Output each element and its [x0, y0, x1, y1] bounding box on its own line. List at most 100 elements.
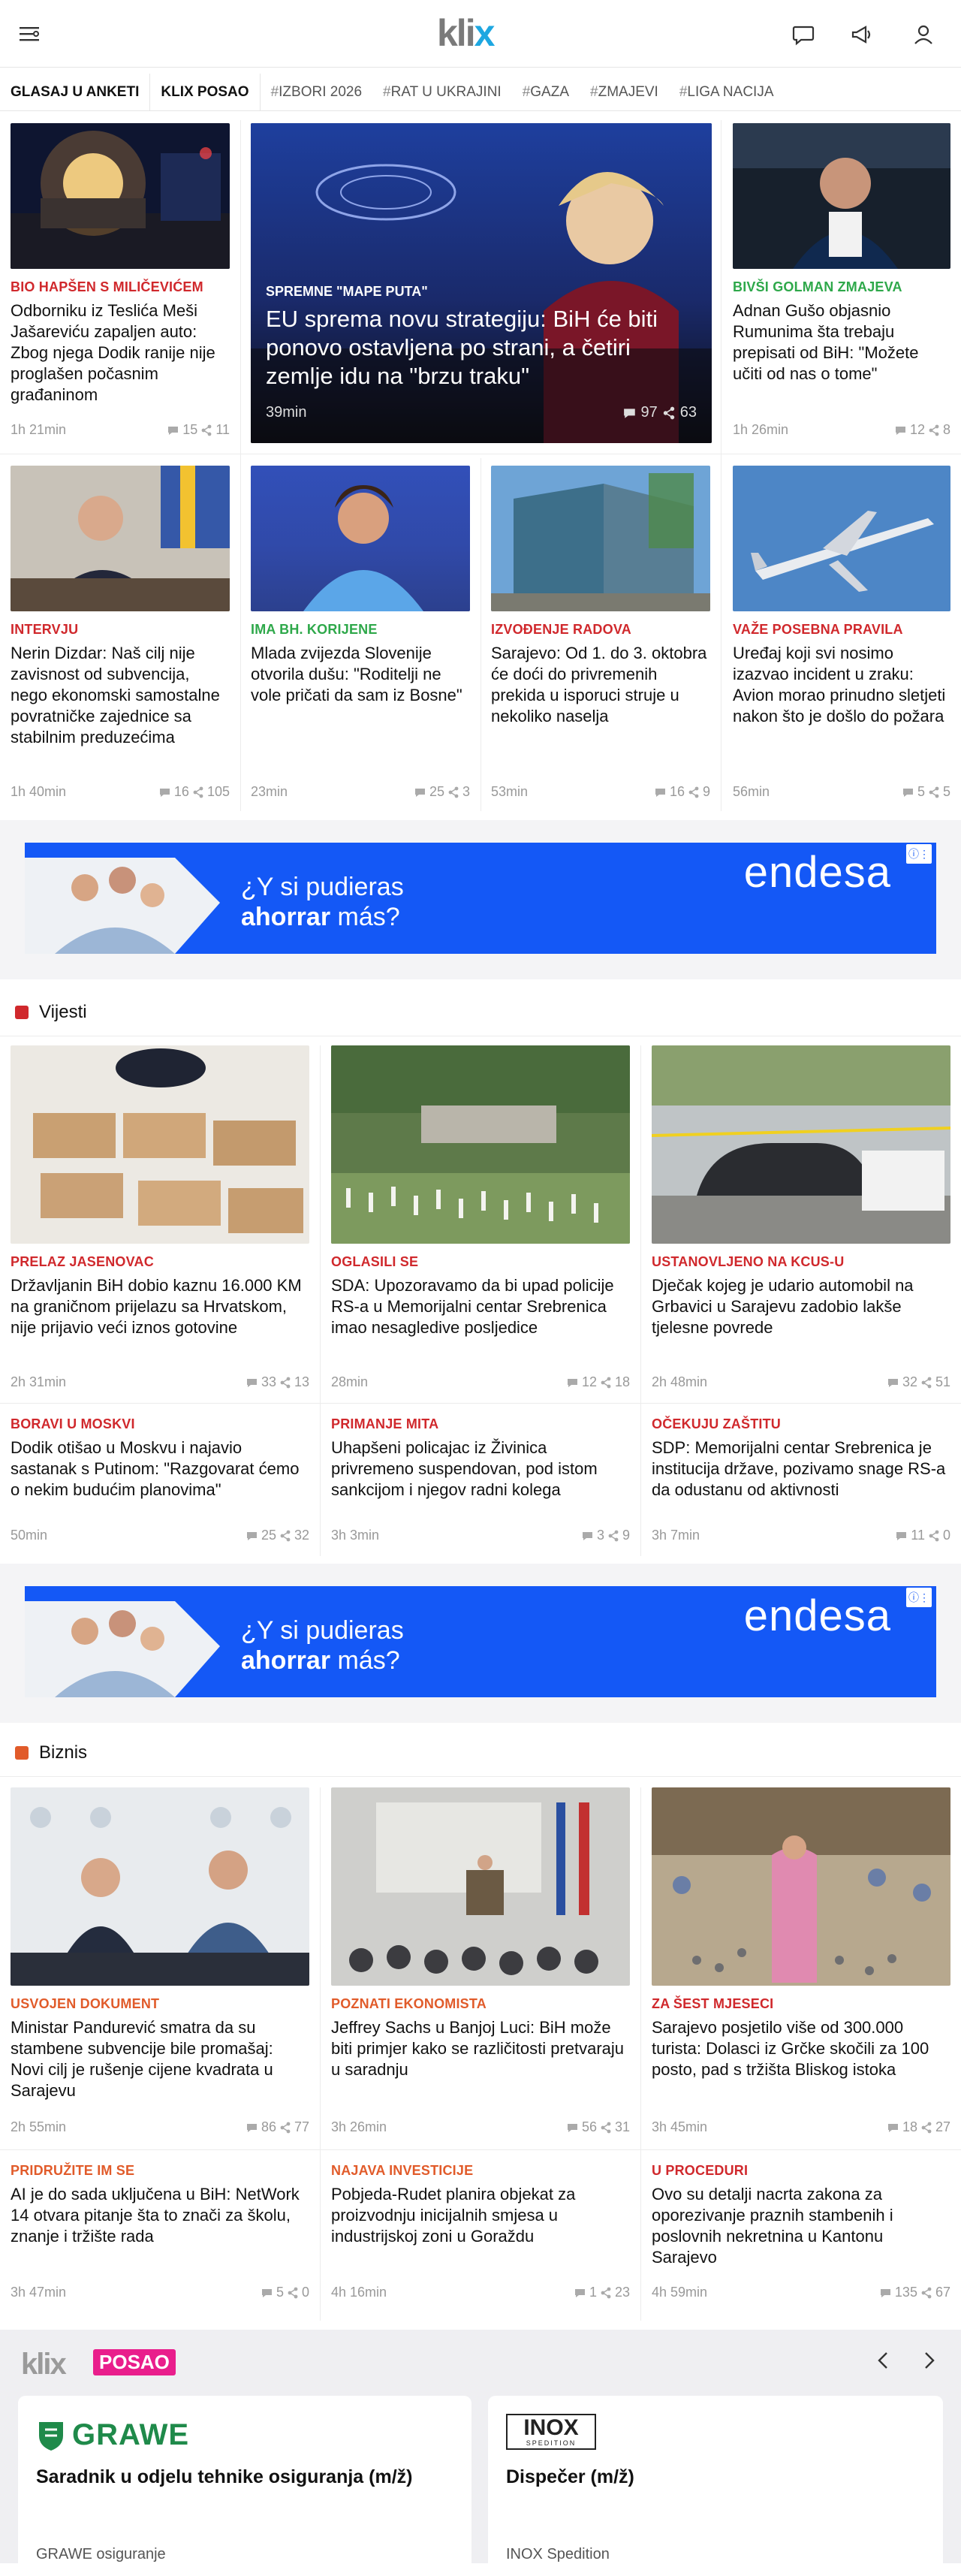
article-card[interactable]: OČEKUJU ZAŠTITU SDP: Memorijalni centar …	[652, 1416, 950, 1552]
megaphone-icon[interactable]	[850, 23, 874, 47]
chat-icon[interactable]	[791, 23, 815, 47]
comment-count: 1	[589, 2285, 597, 2300]
article-card[interactable]: USTANOVLJENO NA KCUS-U Dječak kojeg je u…	[652, 1045, 950, 1398]
article-card[interactable]: BORAVI U MOSKVI Dodik otišao u Moskvu i …	[11, 1416, 309, 1552]
article-card[interactable]: INTERVJU Nerin Dizdar: Naš cilj nije zav…	[11, 466, 230, 811]
comment-icon	[246, 2123, 257, 2132]
comment-count: 12	[581, 1374, 597, 1389]
article-time: 2h 48min	[652, 1374, 708, 1389]
share-count: 23	[614, 2285, 630, 2300]
section-biznis-header[interactable]: Biznis	[0, 1729, 961, 1777]
share-icon	[608, 1530, 619, 1541]
ad-subline: ahorrar más?	[241, 903, 400, 932]
article-card[interactable]: NAJAVA INVESTICIJE Pobjeda-Rudet planira…	[331, 2163, 630, 2313]
comment-count: 25	[429, 784, 444, 799]
job-card[interactable]: GRAWE Saradnik u odjelu tehnike osiguran…	[18, 2396, 471, 2576]
klix-posao-section: klix POSAO GRAWE Saradnik u odjelu tehni…	[0, 2330, 961, 2576]
article-title: Sarajevo: Od 1. do 3. oktobra će doći do…	[491, 644, 707, 725]
divider	[640, 1787, 641, 2321]
topic-liga-nacija[interactable]: # LIGA NACIJA	[669, 74, 785, 111]
article-stats: 16 105	[159, 784, 230, 800]
featured-title: EU sprema novu strategiju: BiH će biti p…	[266, 306, 658, 389]
article-card[interactable]: ZA ŠEST MJESECI Sarajevo posjetilo više …	[652, 1787, 950, 2145]
comment-icon	[887, 2123, 898, 2132]
article-kicker: BIO HAPŠEN S MILIČEVIĆEM	[11, 279, 203, 294]
topic-klix-posao[interactable]: KLIX POSAO	[150, 73, 261, 111]
site-logo[interactable]: klix	[437, 12, 496, 54]
divider	[480, 458, 481, 811]
chevron-left-icon[interactable]	[872, 2349, 895, 2372]
user-icon[interactable]	[911, 23, 935, 47]
article-card[interactable]: PRIDRUŽITE IM SE AI je do sada uključena…	[11, 2163, 309, 2313]
share-icon	[663, 406, 674, 419]
job-card[interactable]: INOX SPEDITION Dispečer (m/ž) INOX Spedi…	[488, 2396, 943, 2576]
featured-article[interactable]: SPREMNE "MAPE PUTA" EU sprema novu strat…	[251, 123, 712, 443]
topic-gaza[interactable]: # GAZA	[512, 74, 580, 111]
share-count: 8	[942, 422, 950, 437]
share-icon	[929, 1530, 939, 1541]
share-icon	[921, 2122, 932, 2133]
divider	[721, 120, 722, 811]
article-time: 56min	[733, 784, 770, 799]
topic-zmajevi[interactable]: # ZMAJEVI	[580, 74, 669, 111]
article-time: 3h 26min	[331, 2119, 387, 2134]
article-card[interactable]: OGLASILI SE SDA: Upozoravamo da bi upad …	[331, 1045, 630, 1398]
comment-count: 16	[173, 784, 189, 799]
article-card[interactable]: BIVŠI GOLMAN ZMAJEVA Adnan Gušo objasnio…	[733, 123, 950, 446]
article-card[interactable]: U PROCEDURI Ovo su detalji nacrta zakona…	[652, 2163, 950, 2313]
ad-brand: endesa	[743, 848, 891, 897]
article-image	[11, 1787, 309, 1986]
share-icon	[280, 1377, 291, 1388]
article-image	[652, 1787, 950, 1986]
article-card[interactable]: IMA BH. KORIJENE Mlada zvijezda Slovenij…	[251, 466, 470, 811]
article-title: Ministar Pandurević smatra da su stamben…	[11, 2018, 273, 2100]
article-card[interactable]: PRELAZ JASENOVAC Državljanin BiH dobio k…	[11, 1045, 309, 1398]
comment-count: 5	[276, 2285, 284, 2300]
comment-icon	[623, 408, 635, 418]
ad-brand: endesa	[743, 1591, 891, 1640]
article-stats: 12 8	[895, 422, 950, 438]
job-title: Saradnik u odjelu tehnike osiguranja (m/…	[36, 2466, 413, 2487]
section-marker	[15, 1005, 29, 1019]
ad-bold: ahorrar	[241, 903, 331, 931]
menu-icon[interactable]	[18, 23, 42, 45]
share-count: 0	[301, 2285, 309, 2300]
inox-text: INOX	[523, 2415, 579, 2440]
article-title: Sarajevo posjetilo više od 300.000 turis…	[652, 2018, 929, 2079]
ad-container: ¿Y si pudieras ahorrar más? endesa ⓘ⋮	[0, 820, 961, 979]
article-image	[11, 123, 230, 269]
chevron-right-icon[interactable]	[917, 2349, 940, 2372]
ad-banner[interactable]: ¿Y si pudieras ahorrar más? endesa ⓘ⋮	[25, 1586, 936, 1697]
logo-x: x	[474, 12, 496, 54]
site-header: klix	[0, 0, 961, 68]
comment-count: 33	[261, 1374, 276, 1389]
posao-tag[interactable]: POSAO	[93, 2349, 176, 2375]
article-card[interactable]: BIO HAPŠEN S MILIČEVIĆEM Odborniku iz Te…	[11, 123, 230, 446]
ad-info-icon[interactable]: ⓘ⋮	[906, 844, 932, 864]
topic-rat-ukrajina[interactable]: # RAT U UKRAJINI	[372, 74, 512, 111]
article-card[interactable]: USVOJEN DOKUMENT Ministar Pandurević sma…	[11, 1787, 309, 2145]
article-card[interactable]: PRIMANJE MITA Uhapšeni policajac iz Živi…	[331, 1416, 630, 1552]
share-count: 13	[294, 1374, 309, 1389]
article-title: SDA: Upozoravamo da bi upad policije RS-…	[331, 1276, 614, 1337]
topic-izbori[interactable]: # IZBORI 2026	[261, 74, 372, 111]
divider	[0, 2149, 961, 2150]
ad-banner[interactable]: ¿Y si pudieras ahorrar más? endesa ⓘ⋮	[25, 843, 936, 954]
article-stats: 86 77	[246, 2119, 309, 2135]
share-icon	[448, 786, 459, 798]
ad-image	[25, 858, 220, 954]
share-icon	[688, 786, 699, 798]
article-card[interactable]: IZVOĐENJE RADOVA Sarajevo: Od 1. do 3. o…	[491, 466, 710, 811]
article-card[interactable]: VAŽE POSEBNA PRAVILA Uređaj koji svi nos…	[733, 466, 950, 811]
article-title: Mlada zvijezda Slovenije otvorila dušu: …	[251, 644, 462, 704]
comment-icon	[567, 2123, 577, 2132]
ad-info-icon[interactable]: ⓘ⋮	[906, 1588, 932, 1607]
inox-sub: SPEDITION	[526, 2439, 577, 2447]
topic-glasaj[interactable]: GLASAJ U ANKETI	[0, 73, 151, 111]
article-time: 4h 59min	[652, 2285, 708, 2300]
section-vijesti-header[interactable]: Vijesti	[0, 988, 961, 1036]
topic-label: GAZA	[530, 83, 570, 100]
posao-logo[interactable]: klix	[21, 2348, 67, 2381]
article-card[interactable]: POZNATI EKONOMISTA Jeffrey Sachs u Banjo…	[331, 1787, 630, 2145]
article-title: Nerin Dizdar: Naš cilj nije zavisnost od…	[11, 644, 220, 747]
